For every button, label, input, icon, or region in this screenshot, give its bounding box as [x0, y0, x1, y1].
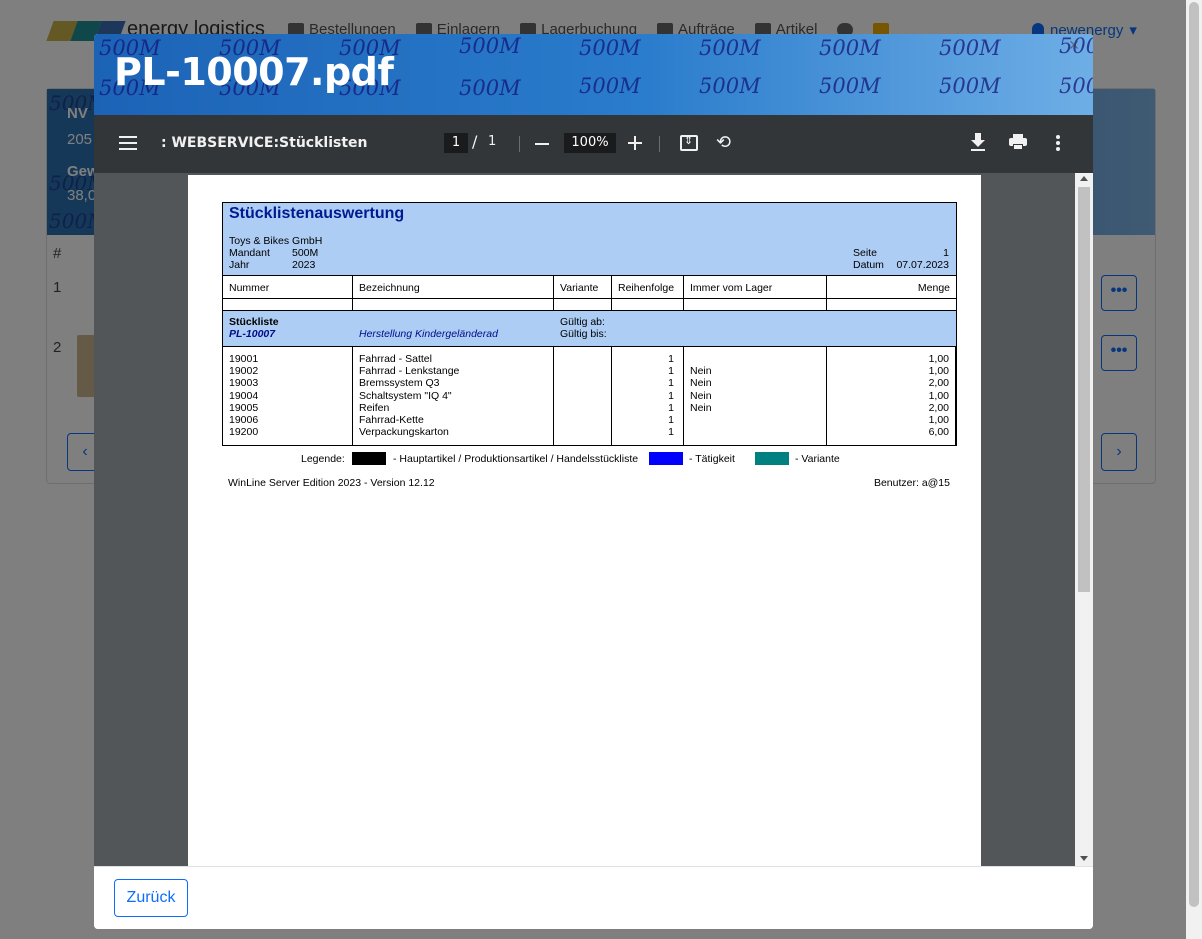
- datum-value: 07.07.2023: [896, 259, 949, 271]
- pdf-document-title: : WEBSERVICE:Stücklisten: [161, 135, 368, 151]
- col-menge: Menge: [917, 282, 950, 294]
- item-nummer: 19004: [229, 389, 259, 402]
- pdf-scrollbar-thumb[interactable]: [1078, 187, 1090, 592]
- item-lager: Nein: [690, 401, 712, 414]
- pdf-viewer: : WEBSERVICE:Stücklisten 1 / 1 100% ⟲ St…: [94, 115, 1093, 866]
- stueckliste-number: PL-10007: [229, 328, 276, 340]
- items-body: 19001 Fahrrad - Sattel 1 1,00 19002 Fahrrad -…: [223, 347, 956, 445]
- jahr-value: 2023: [292, 259, 316, 271]
- legend-item: - Hauptartikel / Produktionsartikel / Ha…: [393, 453, 639, 465]
- item-lager: Nein: [690, 389, 712, 402]
- item-nummer: 19003: [229, 377, 259, 390]
- col-bezeichnung: Bezeichnung: [353, 276, 554, 298]
- more-options-icon[interactable]: [1056, 135, 1060, 151]
- legend-item: - Tätigkeit: [689, 453, 735, 465]
- pdf-toolbar: : WEBSERVICE:Stücklisten 1 / 1 100% ⟲: [94, 115, 1093, 173]
- item-nummer: 19001: [229, 353, 259, 365]
- menu-icon[interactable]: [119, 136, 137, 150]
- pdf-page: Stücklistenauswertung Toys & Bikes GmbH …: [188, 175, 981, 866]
- report-table: Stücklistenauswertung Toys & Bikes GmbH …: [222, 202, 957, 446]
- close-button[interactable]: ×: [1066, 36, 1082, 54]
- item-reihenfolge: 1: [668, 401, 674, 414]
- stueckliste-description: Herstellung Kindergeländerad: [359, 328, 498, 340]
- report-version: WinLine Server Edition 2023 - Version 12…: [228, 477, 435, 489]
- modal-footer: Zurück: [94, 866, 1093, 929]
- item-reihenfolge: 1: [668, 389, 674, 402]
- item-menge: 6,00: [928, 426, 949, 439]
- page-separator: /: [472, 132, 478, 151]
- item-reihenfolge: 1: [668, 414, 674, 426]
- zoom-input[interactable]: 100%: [564, 133, 616, 153]
- item-menge: 1,00: [928, 389, 949, 402]
- pdf-scroll-area[interactable]: Stücklistenauswertung Toys & Bikes GmbH …: [94, 173, 1093, 866]
- item-menge: 2,00: [928, 401, 949, 414]
- item-bezeichnung: Reifen: [359, 401, 390, 414]
- item-menge: 1,00: [928, 365, 949, 378]
- item-menge: 1,00: [928, 353, 949, 365]
- col-reihenfolge: Reihenfolge: [612, 276, 684, 298]
- legend-swatch-teal: [755, 452, 789, 465]
- item-bezeichnung: Schaltsystem "IQ 4": [359, 389, 452, 402]
- legend-swatch-black: [352, 452, 386, 465]
- report-footer: WinLine Server Edition 2023 - Version 12…: [222, 474, 957, 494]
- zoom-in-icon[interactable]: [628, 135, 644, 151]
- item-reihenfolge: 1: [668, 377, 674, 390]
- item-bezeichnung: Verpackungskarton: [359, 426, 449, 439]
- total-pages: 1: [488, 134, 497, 149]
- modal-header: 500M 500M 500M 500M 500M 500M 500M 500M …: [94, 34, 1093, 115]
- col-lager: Immer vom Lager: [684, 276, 827, 298]
- stueckliste-header: Stückliste PL-10007 Herstellung Kinderge…: [223, 311, 956, 347]
- item-bezeichnung: Bremssystem Q3: [359, 377, 440, 390]
- item-nummer: 19006: [229, 414, 259, 426]
- print-icon[interactable]: [1009, 134, 1027, 150]
- item-bezeichnung: Fahrrad-Kette: [359, 414, 424, 426]
- page-scrollbar-thumb[interactable]: [1189, 2, 1199, 907]
- zoom-out-icon[interactable]: [535, 143, 549, 145]
- col-nummer: Nummer: [223, 276, 353, 298]
- back-button[interactable]: Zurück: [114, 879, 188, 917]
- report: Stücklistenauswertung Toys & Bikes GmbH …: [222, 202, 957, 494]
- company-name: Toys & Bikes GmbH: [229, 235, 323, 247]
- toolbar-divider: [519, 136, 520, 152]
- blank-row: [223, 299, 956, 311]
- legend-item: - Variante: [795, 453, 840, 465]
- page-scrollbar[interactable]: [1186, 0, 1202, 939]
- item-bezeichnung: Fahrrad - Lenkstange: [359, 365, 460, 378]
- report-user: Benutzer: a@15: [873, 477, 950, 489]
- item-bezeichnung: Fahrrad - Sattel: [359, 353, 432, 365]
- report-title: Stücklistenauswertung: [229, 205, 405, 222]
- item-nummer: 19002: [229, 365, 259, 378]
- item-menge: 1,00: [928, 414, 949, 426]
- seite-value: 1: [943, 247, 949, 259]
- modal-title: PL-10007.pdf: [114, 50, 394, 94]
- item-reihenfolge: 1: [668, 353, 674, 365]
- mandant-value: 500M: [292, 247, 319, 259]
- page-number-input[interactable]: 1: [444, 133, 468, 153]
- legend-label: Legende:: [301, 453, 345, 465]
- fit-page-icon[interactable]: [680, 134, 698, 151]
- items-layer: 19001 Fahrrad - Sattel 1 1,00 19002 Fahrrad -…: [223, 353, 956, 443]
- legend: Legende: - Hauptartikel / Produktionsart…: [222, 450, 957, 474]
- rotate-icon[interactable]: ⟲: [716, 132, 731, 153]
- pdf-scrollbar[interactable]: [1075, 173, 1093, 866]
- pdf-modal: 500M 500M 500M 500M 500M 500M 500M 500M …: [94, 34, 1093, 929]
- item-reihenfolge: 1: [668, 365, 674, 378]
- scroll-down-icon[interactable]: [1080, 856, 1088, 861]
- item-menge: 2,00: [928, 377, 949, 390]
- report-header: Stücklistenauswertung Toys & Bikes GmbH …: [223, 203, 956, 276]
- item-nummer: 19200: [229, 426, 259, 439]
- item-lager: Nein: [690, 377, 712, 390]
- legend-swatch-blue: [649, 452, 683, 465]
- column-headers: Nummer Bezeichnung Variante Reihenfolge …: [223, 276, 956, 299]
- scroll-up-icon[interactable]: [1080, 176, 1088, 181]
- download-icon[interactable]: [970, 133, 986, 151]
- toolbar-divider: [659, 136, 660, 152]
- item-lager: Nein: [690, 365, 712, 378]
- col-variante: Variante: [554, 276, 612, 298]
- item-reihenfolge: 1: [668, 426, 674, 439]
- item-nummer: 19005: [229, 401, 259, 414]
